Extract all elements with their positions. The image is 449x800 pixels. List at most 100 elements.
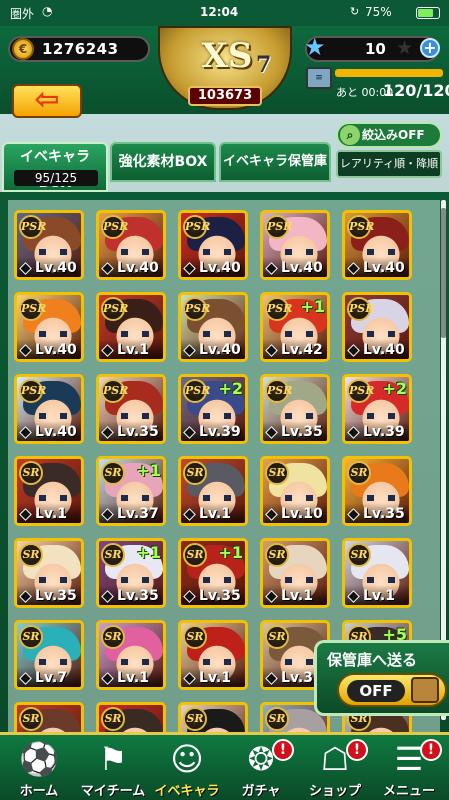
character-card[interactable]: SR	[14, 702, 84, 732]
character-card[interactable]: PSR Lv.40	[14, 374, 84, 444]
character-eyes	[39, 331, 67, 337]
character-eyes	[203, 413, 231, 419]
coin-icon: €	[12, 38, 34, 60]
character-card[interactable]: SR	[178, 702, 248, 732]
rarity-badge: SR	[265, 707, 289, 731]
rarity-badge: SR	[265, 543, 289, 567]
nav-item-3[interactable]: ❂ ガチャ!	[224, 735, 298, 800]
rarity-badge: SR	[265, 461, 289, 485]
character-eyes	[367, 577, 395, 583]
character-card[interactable]: PSR Lv.40	[178, 292, 248, 362]
character-card[interactable]: SR +1 Lv.37	[96, 456, 166, 526]
team-icon: ⚑	[98, 740, 128, 778]
nav-item-0[interactable]: ⚽ ホーム	[2, 735, 76, 800]
alert-badge: !	[346, 739, 368, 761]
vault-toggle[interactable]: OFF	[337, 673, 447, 707]
rarity-badge: SR	[183, 707, 207, 731]
character-eyes	[285, 577, 313, 583]
character-card[interactable]: PSR +2 Lv.39	[342, 374, 412, 444]
filter-button[interactable]: ⌕ 絞込みOFF	[336, 122, 442, 148]
character-card[interactable]: PSR Lv.40	[178, 210, 248, 280]
character-card[interactable]: SR Lv.1	[260, 538, 330, 608]
nav-label: イベキャラ	[154, 784, 220, 799]
character-card[interactable]: PSR Lv.40	[14, 292, 84, 362]
wifi-icon: ◔	[42, 4, 53, 18]
character-card[interactable]: PSR Lv.40	[96, 210, 166, 280]
character-card[interactable]: SR Lv.35	[342, 456, 412, 526]
plus-badge: +2	[218, 379, 243, 398]
back-button[interactable]: ⇦	[12, 84, 82, 118]
alert-badge: !	[420, 739, 442, 761]
character-eyes	[121, 249, 149, 255]
character-card[interactable]: PSR Lv.1	[96, 292, 166, 362]
character-eyes	[285, 495, 313, 501]
alert-badge: !	[272, 739, 294, 761]
rarity-badge: SR	[101, 707, 125, 731]
rarity-badge: PSR	[347, 297, 374, 321]
nav-item-4[interactable]: ☖ ショップ!	[298, 735, 372, 800]
chest-icon	[411, 677, 439, 703]
tab-training-material-box[interactable]: 強化素材BOX	[110, 142, 216, 182]
character-icon: ☺	[170, 740, 204, 778]
nav-item-2[interactable]: ☺ イベキャラ	[150, 735, 224, 800]
baseball-icon: ⚽	[19, 740, 59, 778]
character-card[interactable]: SR Lv.1	[14, 456, 84, 526]
rarity-badge: PSR	[347, 215, 374, 239]
vault-label: 保管庫へ送る	[327, 651, 418, 669]
rarity-badge: SR	[101, 543, 125, 567]
sort-button[interactable]: レアリティ順・降順	[336, 150, 442, 178]
rarity-badge: SR	[101, 625, 125, 649]
add-stars-button[interactable]: +	[420, 38, 440, 58]
star-value: 10	[365, 40, 386, 58]
character-card[interactable]: PSR Lv.40	[342, 292, 412, 362]
character-eyes	[39, 577, 67, 583]
character-card[interactable]: PSR Lv.40	[260, 210, 330, 280]
rank-emblem[interactable]: XS 7 103673	[152, 26, 298, 112]
bottom-nav: ⚽ ホーム ⚑ マイチーム ☺ イベキャラ ❂ ガチャ! ☖ ショップ! ☰ メニュー!	[0, 732, 449, 800]
rarity-badge: PSR	[19, 215, 46, 239]
nav-item-5[interactable]: ☰ メニュー!	[372, 735, 446, 800]
character-eyes	[203, 659, 231, 665]
rarity-badge: PSR	[101, 215, 128, 239]
character-card[interactable]: PSR Lv.35	[96, 374, 166, 444]
plus-badge: +1	[136, 543, 161, 562]
rarity-badge: SR	[183, 543, 207, 567]
character-card[interactable]: SR Lv.7	[14, 620, 84, 690]
character-eyes	[121, 659, 149, 665]
character-card[interactable]: PSR Lv.35	[260, 374, 330, 444]
character-eyes	[203, 249, 231, 255]
character-card[interactable]: SR Lv.1	[342, 538, 412, 608]
character-card[interactable]: SR	[96, 702, 166, 732]
character-eyes	[285, 413, 313, 419]
plus-badge: +1	[136, 461, 161, 480]
rarity-badge: PSR	[265, 297, 292, 321]
clock: 12:04	[200, 5, 239, 19]
character-card[interactable]: PSR Lv.40	[14, 210, 84, 280]
character-card[interactable]: SR Lv.1	[96, 620, 166, 690]
character-card[interactable]: SR Lv.10	[260, 456, 330, 526]
rarity-badge: PSR	[347, 379, 374, 403]
character-eyes	[367, 249, 395, 255]
rarity-badge: SR	[265, 625, 289, 649]
nav-item-1[interactable]: ⚑ マイチーム	[76, 735, 150, 800]
character-eyes	[203, 331, 231, 337]
battery-percent: 75%	[365, 5, 392, 19]
character-card[interactable]: SR +1 Lv.35	[96, 538, 166, 608]
rarity-badge: PSR	[19, 297, 46, 321]
character-card[interactable]: SR Lv.1	[178, 456, 248, 526]
character-card[interactable]: PSR +2 Lv.39	[178, 374, 248, 444]
box-count: 95/125	[14, 170, 98, 186]
rarity-badge: SR	[347, 461, 371, 485]
character-card[interactable]: SR Lv.1	[178, 620, 248, 690]
vault-panel: 保管庫へ送る OFF	[314, 640, 449, 716]
rarity-badge: SR	[19, 625, 43, 649]
tab-event-character-vault[interactable]: イベキャラ保管庫	[219, 142, 331, 182]
character-card[interactable]: SR +1 Lv.35	[178, 538, 248, 608]
rarity-badge: PSR	[183, 379, 210, 403]
character-card[interactable]: PSR +1 Lv.42	[260, 292, 330, 362]
character-card[interactable]: PSR Lv.40	[342, 210, 412, 280]
character-card[interactable]: SR Lv.35	[14, 538, 84, 608]
tab-event-character-box[interactable]: イベキャラBOX 95/125	[2, 142, 108, 192]
rarity-badge: PSR	[265, 215, 292, 239]
character-eyes	[39, 413, 67, 419]
